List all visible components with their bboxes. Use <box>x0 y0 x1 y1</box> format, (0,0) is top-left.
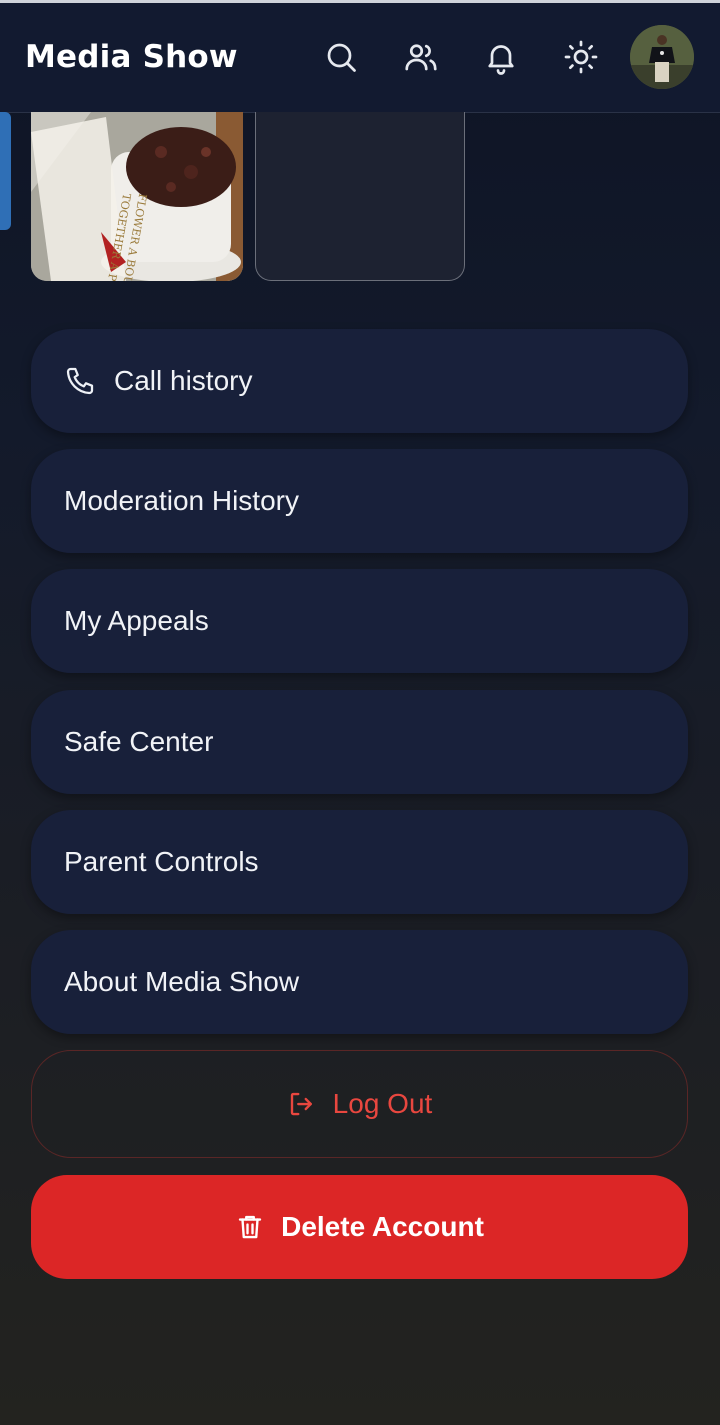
search-icon[interactable] <box>321 37 361 77</box>
media-thumbnail-cake[interactable]: TOGETHER A PERSON FLOWER A BOUQET <box>31 112 243 281</box>
logout-button[interactable]: Log Out <box>31 1050 688 1158</box>
delete-account-button[interactable]: Delete Account <box>31 1175 688 1279</box>
menu-item-label: My Appeals <box>64 605 209 636</box>
menu-item-label: About Media Show <box>64 966 300 997</box>
logout-label: Log Out <box>332 1088 433 1119</box>
menu-item-label: Safe Center <box>64 726 214 757</box>
app-title: Media Show <box>25 39 238 75</box>
phone-icon <box>64 364 98 398</box>
avatar[interactable] <box>630 25 694 89</box>
menu-item-safe-center[interactable]: Safe Center <box>31 690 688 794</box>
menu-item-label: Parent Controls <box>64 846 259 877</box>
app-header: Media Show <box>0 3 720 113</box>
bell-icon[interactable] <box>481 37 521 77</box>
logout-icon <box>287 1089 317 1119</box>
sun-icon[interactable] <box>561 37 601 77</box>
delete-account-label: Delete Account <box>281 1211 484 1242</box>
menu-item-about[interactable]: About Media Show <box>31 930 688 1034</box>
menu-item-label: Call history <box>114 365 253 396</box>
menu-item-parent-controls[interactable]: Parent Controls <box>31 810 688 914</box>
menu-item-label: Moderation History <box>64 485 299 516</box>
menu-item-my-appeals[interactable]: My Appeals <box>31 569 688 673</box>
media-thumbnail-empty[interactable] <box>255 112 465 281</box>
menu-item-call-history[interactable]: Call history <box>31 329 688 433</box>
trash-icon <box>235 1212 265 1242</box>
users-icon[interactable] <box>401 37 441 77</box>
side-drawer-handle[interactable] <box>0 112 11 230</box>
menu-item-moderation-history[interactable]: Moderation History <box>31 449 688 553</box>
